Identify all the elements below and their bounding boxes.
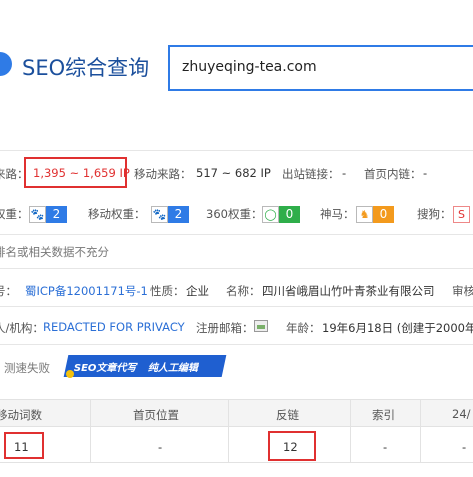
nature-value: 企业 (186, 284, 209, 298)
icp-label: 号： (0, 284, 17, 298)
promo-tag-2: 纯人工编辑 (147, 363, 198, 374)
w360-weight-label: 360权重： (206, 207, 263, 221)
logo-icon (0, 52, 12, 76)
column-divider (350, 399, 351, 463)
mobile-weight-label: 移动权重： (88, 207, 146, 221)
org-value-link[interactable]: REDACTED FOR PRIVACY (43, 320, 185, 334)
cell-24h: - (462, 440, 467, 454)
col-header-index: 索引 (372, 408, 395, 422)
sogou-icon: S (453, 206, 470, 223)
age-value: 19年6月18日 (创建于2000年 (322, 321, 473, 335)
icp-value-link[interactable]: 蜀ICP备12001171号-1 (25, 283, 148, 299)
sogou-weight-label: 搜狗： (417, 207, 452, 221)
highlight-box (24, 157, 127, 188)
divider (0, 344, 473, 345)
col-header-24h: 24/ (452, 407, 471, 421)
outbound-links-value: - (342, 166, 347, 180)
review-label: 审核 (452, 284, 473, 298)
promo-tag-1: SEO文章代写 (73, 363, 137, 374)
col-header-backlinks: 反链 (276, 408, 299, 422)
company-name-label: 名称： (226, 284, 261, 298)
col-header-home-position: 首页位置 (133, 408, 179, 422)
promo-dot-icon (66, 370, 74, 378)
header: SEO综合查询 zhuyeqing-tea.com (0, 0, 473, 135)
speed-fail-text: 测速失败 (4, 361, 50, 375)
home-inbound-value: - (423, 166, 428, 180)
mobile-traffic-value[interactable]: 517 ~ 682 IP (196, 166, 271, 180)
table-row: 11 - 12 - - (0, 427, 473, 463)
seo-promo-banner[interactable]: SEO文章代写 纯人工编辑 (63, 355, 227, 377)
highlight-box (4, 432, 44, 459)
company-name-value[interactable]: 四川省峨眉山竹叶青茶业有限公司 (262, 283, 435, 299)
w360-weight-value: 0 (279, 206, 300, 223)
mobile-traffic-label: 移动来路： (134, 167, 192, 181)
divider (0, 234, 473, 235)
nature-label: 性质： (150, 284, 185, 298)
divider (0, 306, 473, 307)
ring-icon: ◯ (262, 206, 279, 223)
search-input-value: zhuyeqing-tea.com (182, 59, 317, 75)
shenma-weight-label: 神马： (320, 207, 355, 221)
weights-row: 权重： 🐾 2 移动权重： 🐾 2 360权重： ◯ 0 神马： ♞ 0 搜狗：… (0, 206, 473, 226)
paw-icon: 🐾 (29, 206, 46, 223)
email-label: 注册邮箱： (196, 321, 254, 335)
paw-icon: 🐾 (151, 206, 168, 223)
search-input[interactable]: zhuyeqing-tea.com (168, 45, 473, 91)
age-label: 年龄： (286, 321, 321, 335)
divider (0, 150, 473, 151)
baidu-weight-value: 2 (46, 206, 67, 223)
col-header-mobile-words: 移动词数 (0, 408, 42, 422)
horse-icon: ♞ (356, 206, 373, 223)
stats-table-header: 移动词数 首页位置 反链 索引 24/ (0, 399, 473, 427)
site-title: SEO综合查询 (22, 56, 150, 80)
column-divider (90, 399, 91, 463)
divider (0, 268, 473, 269)
email-image-icon (254, 320, 268, 332)
home-inbound-label: 首页内链： (364, 167, 422, 181)
highlight-box (268, 431, 316, 461)
outbound-links-label: 出站链接： (282, 167, 340, 181)
baidu-weight-label: 权重： (0, 207, 29, 221)
shenma-weight-value: 0 (373, 206, 394, 223)
column-divider (420, 399, 421, 463)
mobile-weight-value: 2 (168, 206, 189, 223)
notice-text: 排名或相关数据不充分 (0, 245, 109, 259)
cell-index: - (383, 440, 388, 454)
org-label: 人/机构： (0, 321, 44, 335)
column-divider (228, 399, 229, 463)
cell-home-position: - (158, 440, 163, 454)
